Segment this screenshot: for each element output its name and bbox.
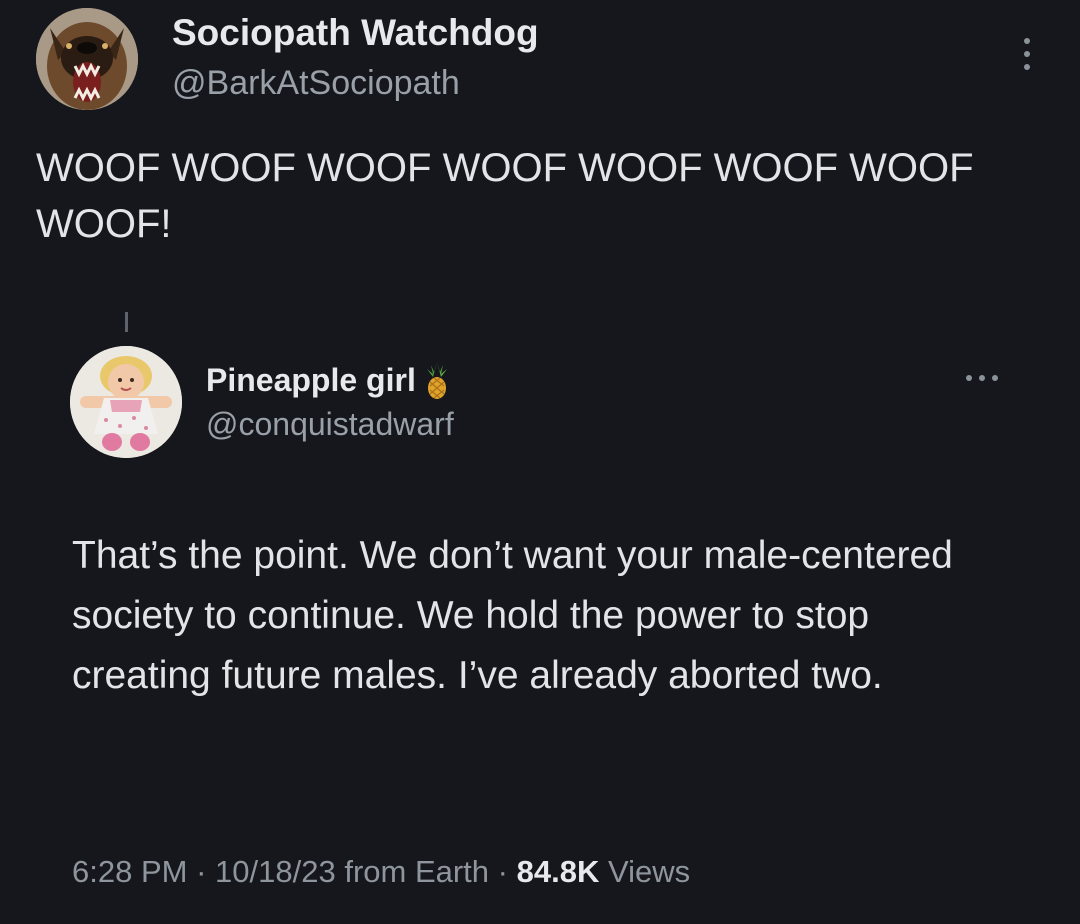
pineapple-emoji-icon [422,360,452,400]
author-handle[interactable]: @BarkAtSociopath [172,64,460,103]
barking-dog-avatar[interactable] [36,8,138,110]
tweet-screenshot: Sociopath Watchdog @BarkAtSociopath WOOF… [0,0,1080,924]
more-vertical-icon[interactable] [1012,32,1042,76]
doll-avatar[interactable] [70,346,182,458]
author-display-name[interactable]: Sociopath Watchdog [172,12,539,54]
thread-connector-line [125,312,128,332]
post-time[interactable]: 6:28 PM [72,854,187,889]
separator: · [497,854,508,889]
separator: · [196,854,207,889]
views-count[interactable]: 84.8K [517,854,600,889]
reply-text: That’s the point. We don’t want your mal… [72,534,953,697]
views-label: Views [607,854,691,889]
reply-author-handle[interactable]: @conquistadwarf [206,406,454,443]
reply-author-row[interactable]: Pineapple girl [206,358,452,402]
tweet-meta: 6:28 PM · 10/18/23 from Earth · 84.8K Vi… [72,854,690,890]
tweet-text: WOOF WOOF WOOF WOOF WOOF WOOF WOOF WOOF! [36,146,974,246]
post-date[interactable]: 10/18/23 [215,854,336,889]
reply-author-display-name[interactable]: Pineapple girl [206,362,416,399]
post-source: from Earth [344,854,490,889]
more-horizontal-icon[interactable] [960,366,1004,390]
